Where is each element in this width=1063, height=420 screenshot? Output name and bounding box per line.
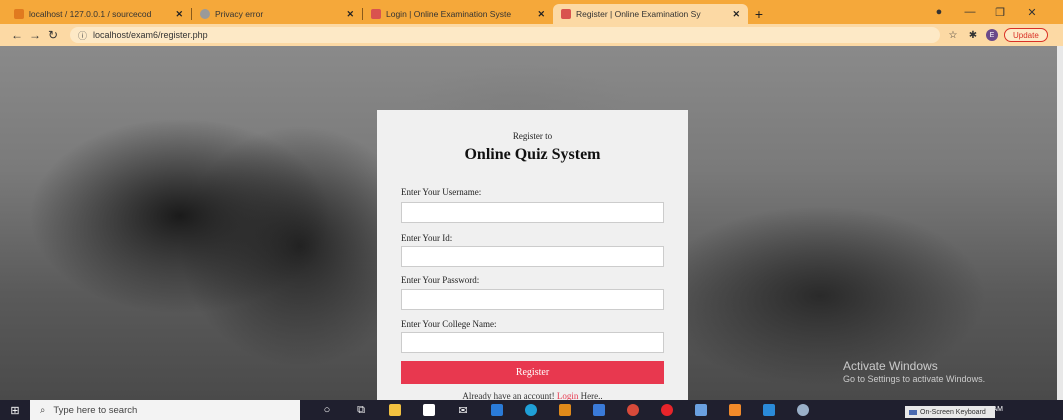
close-tab-icon[interactable]: ✕ xyxy=(175,9,183,20)
keyboard-icon xyxy=(909,409,917,415)
page-title: Online Quiz System xyxy=(464,146,601,163)
vscode-icon[interactable] xyxy=(752,400,786,420)
address-bar: ← → ↻ ⓘ localhost/exam6/register.php ☆ ✱… xyxy=(0,24,1063,46)
register-pre-title: Register to xyxy=(512,131,553,141)
extensions-puzzle-icon[interactable]: ✱ xyxy=(966,30,980,41)
chrome-icon[interactable] xyxy=(616,400,650,420)
search-placeholder: Type here to search xyxy=(53,404,138,416)
tab-title: Login | Online Examination Syste xyxy=(386,9,512,19)
xampp-icon[interactable] xyxy=(718,400,752,420)
college-name-input[interactable] xyxy=(401,332,664,353)
on-screen-keyboard-tooltip[interactable]: On-Screen Keyboard xyxy=(905,406,995,418)
tab-title: Register | Online Examination Sy xyxy=(576,9,701,19)
osk-label: On-Screen Keyboard xyxy=(920,408,986,416)
password-label: Enter Your Password: xyxy=(401,275,480,285)
close-tab-icon[interactable]: ✕ xyxy=(537,9,545,20)
privacy-error-favicon-icon xyxy=(200,9,210,19)
edge-icon[interactable] xyxy=(514,400,548,420)
mail-icon[interactable]: ✉ xyxy=(446,400,480,420)
taskbar-search-box[interactable]: ⌕ Type here to search xyxy=(30,400,300,420)
close-tab-icon[interactable]: ✕ xyxy=(346,9,354,20)
password-input[interactable] xyxy=(401,289,664,310)
tab-register[interactable]: Register | Online Examination Sy ✕ xyxy=(553,4,748,24)
id-label: Enter Your Id: xyxy=(401,233,453,243)
tab-title: localhost / 127.0.0.1 / sourcecod xyxy=(29,9,152,19)
phpmyadmin-favicon-icon xyxy=(14,9,24,19)
minimize-icon[interactable]: — xyxy=(958,2,982,22)
register-card: Register to Online Quiz System Enter You… xyxy=(377,110,688,401)
windows-taskbar: ⊞ ⌕ Type here to search ○ ⧉ ✉ 11:40 AM xyxy=(0,400,1063,420)
activate-windows-watermark: Activate Windows Go to Settings to activ… xyxy=(843,359,985,384)
app-icon[interactable] xyxy=(480,400,514,420)
reload-icon[interactable]: ↻ xyxy=(44,28,62,42)
tab-title: Privacy error xyxy=(215,9,264,19)
cortana-icon[interactable]: ○ xyxy=(310,400,344,420)
tab-login[interactable]: Login | Online Examination Syste ✕ xyxy=(363,4,553,24)
url-text: localhost/exam6/register.php xyxy=(93,30,208,40)
page-scrollbar[interactable] xyxy=(1057,46,1063,400)
close-tab-icon[interactable]: ✕ xyxy=(732,9,740,20)
update-button[interactable]: Update xyxy=(1004,28,1048,42)
restore-icon[interactable]: ❐ xyxy=(988,2,1012,22)
profile-avatar[interactable]: E xyxy=(986,29,998,41)
info-icon[interactable]: ⓘ xyxy=(78,29,87,42)
sublime-icon[interactable] xyxy=(548,400,582,420)
exam-favicon-icon xyxy=(561,9,571,19)
close-window-icon[interactable]: ✕ xyxy=(1020,2,1044,22)
app-icon[interactable] xyxy=(582,400,616,420)
file-explorer-icon[interactable] xyxy=(378,400,412,420)
username-input[interactable] xyxy=(401,202,664,223)
paint-icon[interactable] xyxy=(786,400,820,420)
windows-start-icon[interactable]: ⊞ xyxy=(0,400,30,420)
tab-strip: localhost / 127.0.0.1 / sourcecod ✕ Priv… xyxy=(0,0,1063,24)
exam-favicon-icon xyxy=(371,9,381,19)
register-button[interactable]: Register xyxy=(401,361,664,384)
chrome-menu-icon[interactable]: ● xyxy=(930,2,948,22)
task-view-icon[interactable]: ⧉ xyxy=(344,400,378,420)
watermark-line2: Go to Settings to activate Windows. xyxy=(843,374,986,384)
url-field[interactable]: ⓘ localhost/exam6/register.php xyxy=(70,27,940,43)
username-label: Enter Your Username: xyxy=(401,187,482,197)
college-name-label: Enter Your College Name: xyxy=(401,319,497,329)
id-input[interactable] xyxy=(401,246,664,267)
watermark-line1: Activate Windows xyxy=(843,359,938,373)
forward-arrow-icon[interactable]: → xyxy=(26,28,44,42)
opera-icon[interactable] xyxy=(650,400,684,420)
star-bookmark-icon[interactable]: ☆ xyxy=(946,30,960,41)
new-tab-button[interactable]: + xyxy=(748,4,770,24)
search-icon: ⌕ xyxy=(40,404,46,416)
tab-privacy-error[interactable]: Privacy error ✕ xyxy=(192,4,362,24)
back-arrow-icon[interactable]: ← xyxy=(8,28,26,42)
app-icon[interactable] xyxy=(684,400,718,420)
store-icon[interactable] xyxy=(412,400,446,420)
tab-phpmyadmin[interactable]: localhost / 127.0.0.1 / sourcecod ✕ xyxy=(6,4,191,24)
